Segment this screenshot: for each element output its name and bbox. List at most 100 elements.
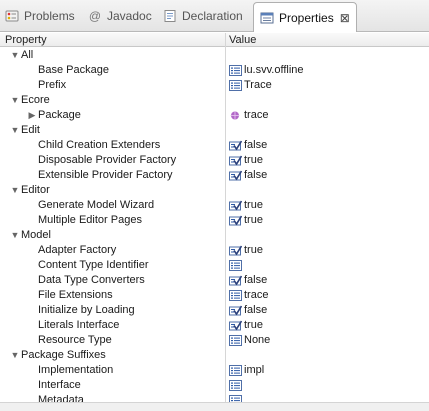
property-value[interactable]: impl <box>229 363 264 378</box>
property-row[interactable]: Prefix Trace <box>0 78 429 93</box>
property-value[interactable]: trace <box>229 108 268 123</box>
tab-label: Javadoc <box>107 9 152 23</box>
tab-label: Declaration <box>182 9 243 23</box>
property-row[interactable]: Base Package lu.svv.offline <box>0 63 429 78</box>
property-name: Interface <box>38 379 81 391</box>
property-value-text: lu.svv.offline <box>244 64 304 76</box>
property-name: Implementation <box>38 364 114 376</box>
property-row[interactable]: Interface <box>0 378 429 393</box>
property-row[interactable]: Implementation impl <box>0 363 429 378</box>
property-row[interactable]: Literals Interface true <box>0 318 429 333</box>
property-value[interactable] <box>229 258 244 273</box>
category-row[interactable]: ▼ Ecore <box>0 93 429 108</box>
property-name: Child Creation Extenders <box>38 139 161 151</box>
text-icon <box>229 365 242 376</box>
collapsed-triangle-icon[interactable]: ▶ <box>27 108 37 123</box>
property-row[interactable]: File Extensions trace <box>0 288 429 303</box>
property-value[interactable]: None <box>229 333 270 348</box>
property-name: File Extensions <box>38 289 113 301</box>
property-value-text: trace <box>244 109 269 121</box>
property-value-text: trace <box>244 289 269 301</box>
property-name: Initialize by Loading <box>38 304 135 316</box>
boolean-icon <box>229 320 243 331</box>
category-label: Edit <box>21 124 40 136</box>
properties-icon <box>260 11 274 25</box>
boolean-icon <box>229 215 243 226</box>
property-value-text: None <box>244 334 271 346</box>
category-row[interactable]: ▼ Editor <box>0 183 429 198</box>
property-row[interactable]: Extensible Provider Factory false <box>0 168 429 183</box>
property-value[interactable]: true <box>229 318 263 333</box>
tab-declaration[interactable]: Declaration <box>163 5 243 27</box>
property-row[interactable]: Initialize by Loading false <box>0 303 429 318</box>
expanded-triangle-icon[interactable]: ▼ <box>10 228 20 243</box>
property-name: Resource Type <box>38 334 112 346</box>
horizontal-scrollbar[interactable] <box>0 402 429 411</box>
property-row[interactable]: Content Type Identifier <box>0 258 429 273</box>
close-icon[interactable]: ⊠ <box>340 11 350 25</box>
property-row[interactable]: Resource Type None <box>0 333 429 348</box>
expanded-triangle-icon[interactable]: ▼ <box>10 348 20 363</box>
property-row[interactable]: ▶ Package trace <box>0 108 429 123</box>
property-value[interactable]: false <box>229 138 267 153</box>
column-header-property[interactable]: Property <box>5 33 47 47</box>
property-value[interactable]: lu.svv.offline <box>229 63 304 78</box>
problems-icon <box>5 9 19 23</box>
tab-properties[interactable]: Properties ⊠ <box>253 2 357 32</box>
property-name: Data Type Converters <box>38 274 145 286</box>
category-row[interactable]: ▼ Edit <box>0 123 429 138</box>
tab-label: Problems <box>24 9 75 23</box>
category-row[interactable]: ▼ Model <box>0 228 429 243</box>
view-tab-bar: Problems @ Javadoc Declaration Propertie… <box>0 0 429 32</box>
property-name: Literals Interface <box>38 319 120 331</box>
property-name: Prefix <box>38 79 67 91</box>
property-value-text: true <box>244 214 263 226</box>
property-name: Content Type Identifier <box>38 259 149 271</box>
tab-problems[interactable]: Problems <box>5 5 75 27</box>
property-row[interactable]: Child Creation Extenders false <box>0 138 429 153</box>
property-value-text: false <box>244 139 268 151</box>
property-value[interactable]: true <box>229 243 263 258</box>
expanded-triangle-icon[interactable]: ▼ <box>10 183 20 198</box>
property-value[interactable]: true <box>229 198 263 213</box>
boolean-icon <box>229 170 243 181</box>
property-value-text: true <box>244 154 263 166</box>
boolean-icon <box>229 155 243 166</box>
property-value-text: true <box>244 319 263 331</box>
property-name: Adapter Factory <box>38 244 117 256</box>
boolean-icon <box>229 200 243 211</box>
property-row[interactable]: Generate Model Wizard true <box>0 198 429 213</box>
at-sign-icon: @ <box>88 9 102 23</box>
category-row[interactable]: ▼ Package Suffixes <box>0 348 429 363</box>
property-value[interactable]: false <box>229 303 267 318</box>
property-value[interactable]: false <box>229 168 267 183</box>
category-row[interactable]: ▼ All <box>0 48 429 63</box>
property-row[interactable]: Disposable Provider Factory true <box>0 153 429 168</box>
property-name: Disposable Provider Factory <box>38 154 177 166</box>
property-value[interactable]: Trace <box>229 78 272 93</box>
property-value[interactable]: trace <box>229 288 268 303</box>
property-value[interactable]: true <box>229 153 263 168</box>
declaration-icon <box>163 9 177 23</box>
property-value[interactable]: false <box>229 273 267 288</box>
text-icon <box>229 290 242 301</box>
tab-javadoc[interactable]: @ Javadoc <box>88 5 152 27</box>
property-name: Base Package <box>38 64 109 76</box>
property-value[interactable] <box>229 378 244 393</box>
boolean-icon <box>229 245 243 256</box>
expanded-triangle-icon[interactable]: ▼ <box>10 123 20 138</box>
property-row[interactable]: Multiple Editor Pages true <box>0 213 429 228</box>
expanded-triangle-icon[interactable]: ▼ <box>10 93 20 108</box>
property-value-text: true <box>244 244 263 256</box>
text-icon <box>229 380 242 391</box>
property-name: Package <box>38 109 81 121</box>
property-name: Generate Model Wizard <box>38 199 155 211</box>
property-value-text: impl <box>244 364 265 376</box>
tab-label: Properties <box>279 10 334 25</box>
column-header-value[interactable]: Value <box>229 33 256 47</box>
property-value[interactable]: true <box>229 213 263 228</box>
expanded-triangle-icon[interactable]: ▼ <box>10 48 20 63</box>
property-row[interactable]: Data Type Converters false <box>0 273 429 288</box>
boolean-icon <box>229 140 243 151</box>
property-row[interactable]: Adapter Factory true <box>0 243 429 258</box>
